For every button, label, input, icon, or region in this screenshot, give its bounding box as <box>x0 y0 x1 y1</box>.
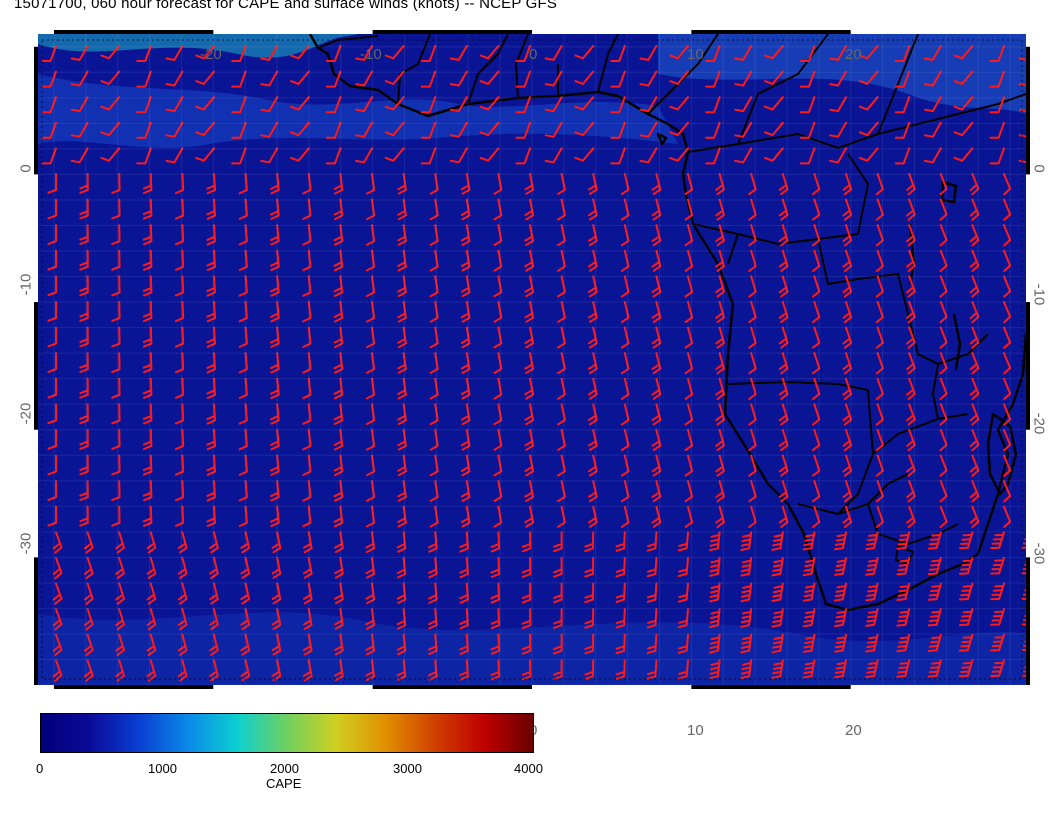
wind-barb <box>1034 353 1042 373</box>
colorbar-tick-1000: 1000 <box>148 761 177 776</box>
wind-barb <box>148 686 156 706</box>
x-tick-top-5: 20 <box>845 46 862 63</box>
wind-barb <box>1034 200 1042 220</box>
frame-bottom-segment <box>372 685 532 689</box>
frame-top-segment <box>691 30 851 34</box>
wind-barb <box>617 686 625 704</box>
map-panel: -20 -10 0 10 20 -20 -10 0 10 20 <box>34 30 1030 739</box>
cape-colorbar <box>40 713 534 753</box>
wind-barb <box>304 686 312 706</box>
y-tick-right-1: 0 <box>1030 164 1048 173</box>
colorbar-tick-0: 0 <box>36 761 44 776</box>
wind-barb <box>929 686 941 702</box>
wind-barb <box>960 686 973 702</box>
y-tick-right-2: -10 <box>1030 283 1048 306</box>
x-tick-top-3: 0 <box>529 46 538 63</box>
map-plot <box>34 30 1030 689</box>
frame-right-segment <box>1026 302 1030 430</box>
wind-barb <box>54 686 62 706</box>
wind-barb <box>1034 456 1042 476</box>
frame-bottom-segment <box>53 685 214 689</box>
wind-barb <box>991 686 1004 702</box>
colorbar-tick-2000: 2000 <box>270 761 299 776</box>
wind-barb <box>1034 328 1042 348</box>
wind-barb <box>1034 225 1042 245</box>
frame-right-segment <box>1026 557 1030 685</box>
wind-barb <box>679 686 688 704</box>
frame-left-segment <box>34 557 38 685</box>
x-tick-top-1: -20 <box>200 46 222 63</box>
wind-barb <box>1034 481 1042 501</box>
y-tick-right-3: -20 <box>1030 412 1048 435</box>
wind-barb <box>273 686 281 706</box>
wind-barb <box>648 686 657 704</box>
wind-barb <box>866 686 877 703</box>
wind-barb <box>1034 379 1042 399</box>
wind-barb <box>335 686 343 706</box>
x-tick-bottom-4: 10 <box>687 722 704 739</box>
y-tick-left-2: -10 <box>17 273 35 296</box>
frame-left-segment <box>34 302 38 430</box>
wind-barb <box>1034 507 1042 527</box>
x-tick-bottom-5: 20 <box>845 722 862 739</box>
colorbar-label: CAPE <box>266 776 302 791</box>
colorbar-tick-3000: 3000 <box>393 761 422 776</box>
wind-barb <box>554 686 562 705</box>
frame-left-segment <box>34 46 38 175</box>
wind-barb <box>585 686 593 705</box>
y-tick-left-1: 0 <box>17 164 35 173</box>
colorbar-tick-4000: 4000 <box>514 761 543 776</box>
frame-top-segment <box>53 30 214 34</box>
x-tick-top-2: -10 <box>360 46 382 63</box>
wind-barb <box>241 686 249 706</box>
y-tick-left-4: -30 <box>17 532 35 555</box>
wind-barb <box>1034 251 1042 271</box>
wind-barb <box>1023 686 1036 701</box>
frame-top-segment <box>372 30 532 34</box>
y-tick-right-4: -30 <box>1030 542 1048 565</box>
x-tick-top-4: 10 <box>687 46 704 63</box>
wind-barb <box>116 686 124 706</box>
chart-title: 15071700, 060 hour forecast for CAPE and… <box>14 0 558 12</box>
wind-barb <box>85 686 93 706</box>
frame-bottom-segment <box>691 685 851 689</box>
y-tick-left-3: -20 <box>17 402 35 425</box>
frame-right-segment <box>1026 46 1030 175</box>
wind-barb <box>897 686 909 702</box>
